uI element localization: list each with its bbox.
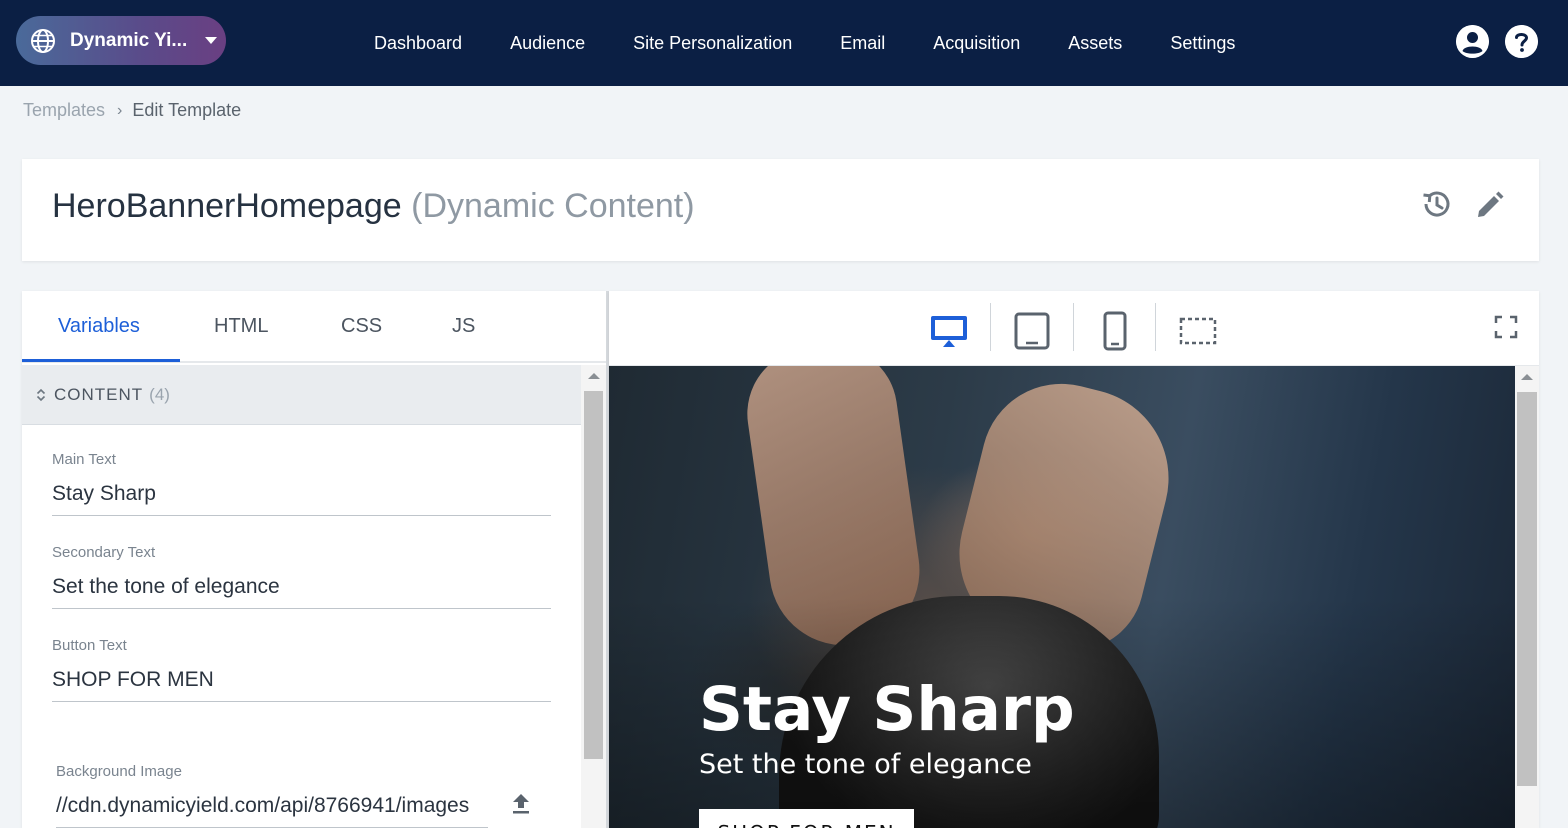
nav-dashboard[interactable]: Dashboard: [374, 33, 462, 54]
desktop-icon[interactable]: [929, 311, 969, 351]
history-icon[interactable]: [1420, 187, 1454, 221]
chevron-down-icon: [205, 37, 218, 44]
nav-audience[interactable]: Audience: [510, 33, 585, 54]
editor-scrollbar[interactable]: [581, 365, 606, 828]
breadcrumb: Templates › Edit Template: [23, 100, 241, 121]
scroll-up-icon[interactable]: [1521, 374, 1533, 380]
button-text-input[interactable]: [52, 654, 551, 702]
top-icons: [1456, 25, 1538, 58]
main-text-label: Main Text: [52, 451, 116, 468]
secondary-text-field: Secondary Text: [52, 544, 551, 609]
background-image-label: Background Image: [56, 763, 182, 780]
toolbar-divider: [990, 303, 991, 351]
nav-settings[interactable]: Settings: [1170, 33, 1235, 54]
content-section-header[interactable]: CONTENT (4): [22, 365, 581, 425]
preview-cta-button[interactable]: SHOP FOR MEN: [699, 809, 914, 828]
preview-panel: Stay Sharp Set the tone of elegance SHOP…: [609, 291, 1539, 828]
toolbar-divider: [1155, 303, 1156, 351]
help-icon[interactable]: [1505, 25, 1538, 58]
tab-css[interactable]: CSS: [341, 315, 382, 338]
background-image-input[interactable]: [56, 780, 488, 828]
scrollbar-thumb[interactable]: [1517, 392, 1537, 786]
fullscreen-icon[interactable]: [1494, 315, 1518, 339]
main-text-input[interactable]: [52, 468, 551, 516]
button-text-field: Button Text: [52, 637, 551, 702]
secondary-text-input[interactable]: [52, 561, 551, 609]
user-account-icon[interactable]: [1456, 25, 1489, 58]
scrollbar-thumb[interactable]: [584, 391, 603, 759]
main-nav: Dashboard Audience Site Personalization …: [374, 0, 1283, 86]
template-type: (Dynamic Content): [411, 187, 695, 225]
breadcrumb-templates-link[interactable]: Templates: [23, 100, 105, 121]
preview-scrollbar[interactable]: [1515, 366, 1539, 828]
globe-icon: [31, 28, 55, 53]
chevron-right-icon: ›: [117, 101, 123, 119]
upload-icon[interactable]: [510, 791, 532, 815]
background-image-field: Background Image: [56, 763, 526, 828]
nav-assets[interactable]: Assets: [1068, 33, 1122, 54]
main-text-field: Main Text: [52, 451, 551, 516]
preview-headline: Stay Sharp: [699, 674, 1075, 745]
template-title-card: HeroBannerHomepage (Dynamic Content): [22, 159, 1539, 261]
active-tab-indicator: [22, 359, 180, 362]
editor-tabs: Variables HTML CSS JS: [22, 291, 606, 363]
site-selector[interactable]: Dynamic Yi...: [16, 16, 226, 65]
button-text-label: Button Text: [52, 637, 127, 654]
section-count: (4): [149, 384, 170, 404]
secondary-text-label: Secondary Text: [52, 544, 156, 561]
pencil-icon[interactable]: [1474, 189, 1506, 221]
tab-html[interactable]: HTML: [214, 315, 268, 338]
scroll-up-icon[interactable]: [588, 373, 600, 379]
top-navigation-bar: Dynamic Yi... Dashboard Audience Site Pe…: [0, 0, 1568, 86]
mobile-icon[interactable]: [1095, 311, 1135, 351]
custom-size-icon[interactable]: [1178, 311, 1218, 351]
section-label: CONTENT: [54, 384, 144, 404]
template-name: HeroBannerHomepage: [52, 187, 402, 225]
toolbar-divider: [1073, 303, 1074, 351]
tab-js[interactable]: JS: [452, 315, 475, 338]
breadcrumb-current: Edit Template: [132, 100, 242, 120]
tablet-icon[interactable]: [1012, 311, 1052, 351]
editor-panel: Variables HTML CSS JS CONTENT (4) Main T…: [22, 291, 606, 828]
banner-preview: Stay Sharp Set the tone of elegance SHOP…: [609, 366, 1515, 828]
nav-email[interactable]: Email: [840, 33, 885, 54]
preview-subline: Set the tone of elegance: [699, 749, 1032, 780]
device-toolbar: [609, 291, 1539, 366]
tab-variables[interactable]: Variables: [58, 315, 140, 338]
nav-site-personalization[interactable]: Site Personalization: [633, 33, 792, 54]
nav-acquisition[interactable]: Acquisition: [933, 33, 1020, 54]
site-name: Dynamic Yi...: [70, 29, 188, 51]
page-title: HeroBannerHomepage (Dynamic Content): [52, 187, 695, 226]
collapse-icon: [36, 388, 46, 401]
